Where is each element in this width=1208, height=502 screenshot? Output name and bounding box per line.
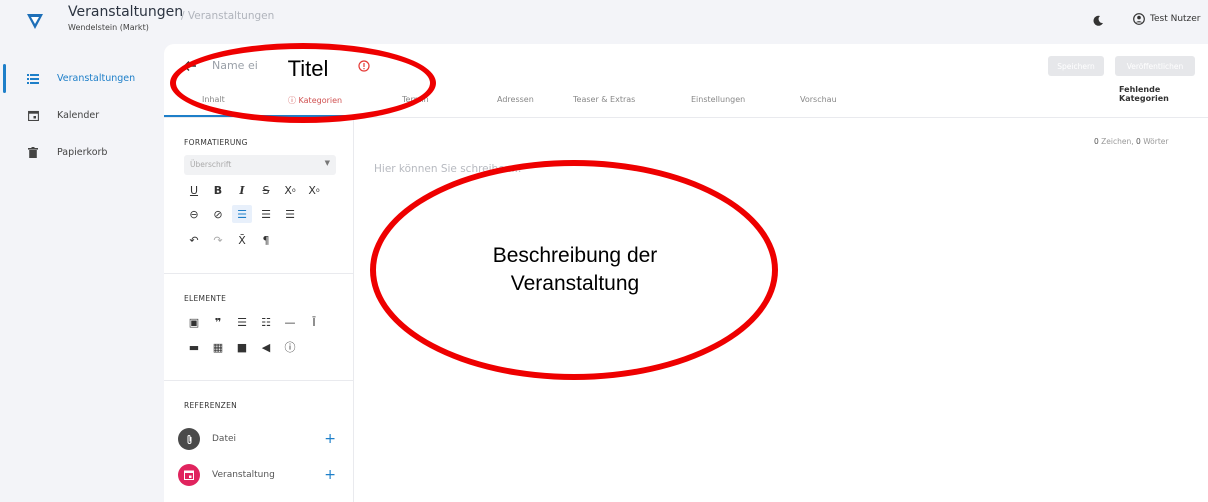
tab-adressen[interactable]: Adressen [497, 95, 534, 109]
toolbar-row-media: ▬ ▦ ■ ◀ ⓘ [184, 338, 304, 356]
heading-select[interactable]: Überschrift ▼ [184, 155, 336, 175]
add-datei-button[interactable]: + [324, 431, 336, 447]
section-title-referenzen: REFERENZEN [184, 401, 238, 410]
italic-icon[interactable]: I [232, 181, 252, 199]
char-count: 0 [1094, 137, 1099, 146]
annotation-ellipse-title [170, 43, 436, 123]
reference-label: Veranstaltung [212, 470, 275, 480]
word-count-label: Wörter [1143, 137, 1169, 146]
sidebar-item-label: Kalender [57, 110, 100, 121]
account-icon [1133, 13, 1145, 25]
sidebar-nav: Veranstaltungen Kalender Papierkorb [0, 60, 164, 171]
link-icon[interactable]: ⊖ [184, 205, 204, 223]
sidebar-item-label: Veranstaltungen [57, 73, 136, 84]
reference-datei: Datei + [178, 428, 336, 450]
audio-icon[interactable]: ◀ [256, 338, 276, 356]
sidebar-item-papierkorb[interactable]: Papierkorb [0, 134, 164, 171]
annotation-line-1: Beschreibung der [492, 244, 658, 267]
toolbar-row-text: U B I S Xo Xo [184, 181, 328, 199]
clear-format-icon[interactable]: X̄ [232, 231, 252, 249]
redo-icon[interactable]: ↷ [208, 231, 228, 249]
logo-icon[interactable] [26, 12, 44, 30]
page-break-icon[interactable]: Ī [304, 313, 324, 331]
calendar-icon [178, 464, 200, 486]
app-subtitle: Wendelstein (Markt) [68, 23, 149, 32]
tab-teaser-extras[interactable]: Teaser & Extras [573, 95, 635, 109]
table-icon[interactable]: ▦ [208, 338, 228, 356]
superscript-icon[interactable]: Xo [304, 181, 324, 199]
undo-icon[interactable]: ↶ [184, 231, 204, 249]
toolbar-row-align: ⊖ ⊘ ☰ ☰ ☰ [184, 205, 304, 223]
align-left-icon[interactable]: ☰ [232, 205, 252, 223]
video-icon[interactable]: ■ [232, 338, 252, 356]
save-button[interactable]: Speichern [1048, 56, 1104, 76]
horizontal-rule-icon[interactable]: — [280, 313, 300, 331]
breadcrumb[interactable]: / Veranstaltungen [181, 10, 274, 22]
sidebar-item-kalender[interactable]: Kalender [0, 97, 164, 134]
app-title: Veranstaltungen [68, 4, 184, 20]
underline-icon[interactable]: U [184, 181, 204, 199]
paragraph-icon[interactable]: ¶ [256, 231, 276, 249]
tab-vorschau[interactable]: Vorschau [800, 95, 837, 109]
formatting-panel: FORMATIERUNG Überschrift ▼ U B I S Xo Xo… [164, 118, 354, 502]
char-count-label: Zeichen, [1101, 137, 1134, 146]
publish-button[interactable]: Veröffentlichen [1115, 56, 1195, 76]
annotation-line-2: Veranstaltung [510, 272, 640, 295]
toolbar-row-elements: ▣ ❞ ☰ ☷ — Ī [184, 313, 328, 331]
user-menu[interactable]: Test Nutzer [1133, 13, 1201, 25]
add-veranstaltung-button[interactable]: + [324, 467, 336, 483]
section-title-formatierung: FORMATIERUNG [184, 138, 248, 147]
strikethrough-icon[interactable]: S [256, 181, 276, 199]
reference-veranstaltung: Veranstaltung + [178, 464, 336, 486]
info-icon[interactable]: ⓘ [280, 338, 300, 356]
trash-icon [26, 146, 40, 160]
bullet-list-icon[interactable]: ☰ [232, 313, 252, 331]
list-icon [26, 72, 40, 86]
reference-label: Datei [212, 434, 237, 444]
subscript-icon[interactable]: Xo [280, 181, 300, 199]
numbered-list-icon[interactable]: ☷ [256, 313, 276, 331]
top-bar: Veranstaltungen Wendelstein (Markt) / Ve… [0, 0, 1208, 44]
tab-einstellungen[interactable]: Einstellungen [691, 95, 745, 109]
calendar-icon [26, 109, 40, 123]
missing-categories-label: Fehlende Kategorien [1119, 85, 1169, 103]
dark-mode-icon[interactable] [1092, 15, 1104, 27]
select-value: Überschrift [190, 160, 232, 169]
word-counter: 0 Zeichen, 0 Wörter [1094, 137, 1169, 146]
section-title-elemente: ELEMENTE [184, 294, 227, 303]
embed-icon[interactable]: ▬ [184, 338, 204, 356]
quote-icon[interactable]: ❞ [208, 313, 228, 331]
sidebar-item-veranstaltungen[interactable]: Veranstaltungen [0, 60, 164, 97]
annotation-label-title: Titel [258, 56, 358, 82]
divider [164, 273, 354, 274]
paperclip-icon [178, 428, 200, 450]
image-icon[interactable]: ▣ [184, 313, 204, 331]
toolbar-row-history: ↶ ↷ X̄ ¶ [184, 231, 280, 249]
align-right-icon[interactable]: ☰ [280, 205, 300, 223]
user-name: Test Nutzer [1150, 14, 1201, 24]
sidebar-item-label: Papierkorb [57, 147, 108, 158]
bold-icon[interactable]: B [208, 181, 228, 199]
align-center-icon[interactable]: ☰ [256, 205, 276, 223]
annotation-label-description: Beschreibung der Veranstaltung [420, 242, 730, 298]
chevron-down-icon: ▼ [324, 159, 330, 167]
unlink-icon[interactable]: ⊘ [208, 205, 228, 223]
divider [164, 380, 354, 381]
word-count: 0 [1136, 137, 1141, 146]
